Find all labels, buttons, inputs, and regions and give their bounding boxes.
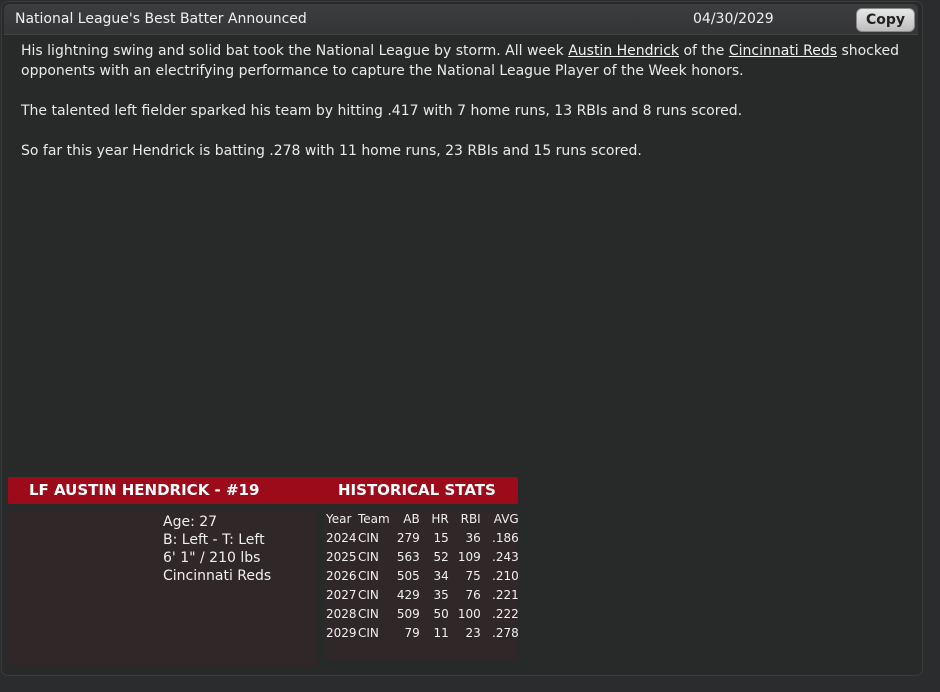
article-paragraph-3: So far this year Hendrick is batting .27… xyxy=(21,143,642,159)
cell-ab: 563 xyxy=(396,549,420,564)
column-header-hr: HR xyxy=(431,511,449,526)
table-row: 2028 CIN 509 50 100 .222 xyxy=(325,604,519,623)
column-header-rbi: RBI xyxy=(460,511,481,526)
cell-ab: 509 xyxy=(396,606,420,621)
article-text: of the xyxy=(679,43,729,59)
cell-ab: 505 xyxy=(396,568,420,583)
article-text: His lightning swing and solid bat took t… xyxy=(21,43,569,59)
player-link[interactable]: Austin Hendrick xyxy=(568,43,679,59)
cell-team: CIN xyxy=(358,530,379,545)
cell-hr: 50 xyxy=(433,606,449,621)
cell-year: 2029 xyxy=(326,625,357,640)
historical-stats-table: Year Team AB HR RBI AVG 2024 CIN 279 15 … xyxy=(325,509,519,642)
player-bio: Age: 27 B: Left - T: Left 6' 1" / 210 lb… xyxy=(163,513,271,585)
article-paragraph-1: His lightning swing and solid bat took t… xyxy=(21,41,901,81)
cell-team: CIN xyxy=(358,625,379,640)
cell-rbi: 23 xyxy=(465,625,481,640)
cell-rbi: 109 xyxy=(457,549,481,564)
player-size: 6' 1" / 210 lbs xyxy=(163,550,261,566)
cell-year: 2025 xyxy=(326,549,357,564)
cell-rbi: 100 xyxy=(457,606,481,621)
cell-avg: .186 xyxy=(492,530,519,545)
team-link[interactable]: Cincinnati Reds xyxy=(729,43,837,59)
cell-hr: 15 xyxy=(433,530,449,545)
cell-hr: 52 xyxy=(433,549,449,564)
cell-team: CIN xyxy=(358,568,379,583)
column-header-year: Year xyxy=(326,511,352,526)
player-card-title: LF AUSTIN HENDRICK - #19 xyxy=(29,481,260,499)
player-card-header: LF AUSTIN HENDRICK - #19 HISTORICAL STAT… xyxy=(8,477,518,504)
table-row: 2026 CIN 505 34 75 .210 xyxy=(325,566,519,585)
cell-year: 2028 xyxy=(326,606,357,621)
cell-hr: 35 xyxy=(433,587,449,602)
player-age: Age: 27 xyxy=(163,514,218,530)
cell-rbi: 76 xyxy=(465,587,481,602)
news-headline: National League's Best Batter Announced xyxy=(15,11,307,27)
cell-rbi: 36 xyxy=(465,530,481,545)
cell-avg: .243 xyxy=(492,549,519,564)
cell-ab: 79 xyxy=(404,625,420,640)
cell-year: 2026 xyxy=(326,568,357,583)
cell-team: CIN xyxy=(358,587,379,602)
cell-avg: .222 xyxy=(492,606,519,621)
cell-ab: 429 xyxy=(396,587,420,602)
news-date: 04/30/2029 xyxy=(693,11,774,27)
cell-ab: 279 xyxy=(396,530,420,545)
copy-button[interactable]: Copy xyxy=(856,8,915,32)
historical-stats-title: HISTORICAL STATS xyxy=(338,481,496,499)
cell-team: CIN xyxy=(358,606,379,621)
table-row: 2025 CIN 563 52 109 .243 xyxy=(325,547,519,566)
cell-year: 2027 xyxy=(326,587,357,602)
stats-header-row: Year Team AB HR RBI AVG xyxy=(325,509,519,528)
table-row: 2024 CIN 279 15 36 .186 xyxy=(325,528,519,547)
cell-rbi: 75 xyxy=(465,568,481,583)
player-team: Cincinnati Reds xyxy=(163,568,272,584)
cell-avg: .210 xyxy=(492,568,519,583)
article-body: His lightning swing and solid bat took t… xyxy=(21,41,901,161)
news-title-bar: National League's Best Batter Announced … xyxy=(4,4,918,35)
cell-team: CIN xyxy=(358,549,379,564)
column-header-team: Team xyxy=(358,511,390,526)
table-row: 2027 CIN 429 35 76 .221 xyxy=(325,585,519,604)
column-header-ab: AB xyxy=(403,511,420,526)
player-bats-throws: B: Left - T: Left xyxy=(163,532,265,548)
table-row: 2029 CIN 79 11 23 .278 xyxy=(325,623,519,642)
column-header-avg: AVG xyxy=(493,511,519,526)
cell-hr: 34 xyxy=(433,568,449,583)
article-paragraph-2: The talented left fielder sparked his te… xyxy=(21,103,743,119)
cell-avg: .278 xyxy=(492,625,519,640)
cell-hr: 11 xyxy=(433,625,449,640)
cell-year: 2024 xyxy=(326,530,357,545)
cell-avg: .221 xyxy=(492,587,519,602)
